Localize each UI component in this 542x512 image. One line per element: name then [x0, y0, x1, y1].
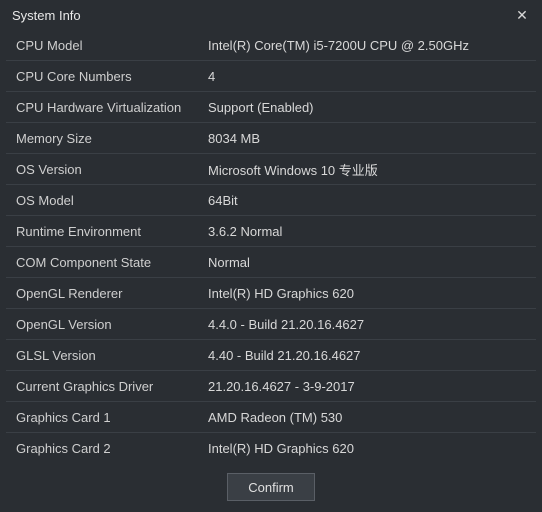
row-graphics-card-2: Graphics Card 2 Intel(R) HD Graphics 620 [6, 433, 536, 462]
label-opengl-renderer: OpenGL Renderer [16, 286, 208, 301]
label-os-model: OS Model [16, 193, 208, 208]
info-list: CPU Model Intel(R) Core(TM) i5-7200U CPU… [0, 30, 542, 462]
close-icon: ✕ [516, 8, 528, 22]
label-runtime-env: Runtime Environment [16, 224, 208, 239]
value-cpu-virtualization: Support (Enabled) [208, 100, 526, 115]
footer: Confirm [0, 462, 542, 512]
label-opengl-version: OpenGL Version [16, 317, 208, 332]
value-graphics-driver: 21.20.16.4627 - 3-9-2017 [208, 379, 526, 394]
label-graphics-driver: Current Graphics Driver [16, 379, 208, 394]
value-os-model: 64Bit [208, 193, 526, 208]
row-runtime-env: Runtime Environment 3.6.2 Normal [6, 216, 536, 247]
value-glsl-version: 4.40 - Build 21.20.16.4627 [208, 348, 526, 363]
value-graphics-card-1: AMD Radeon (TM) 530 [208, 410, 526, 425]
system-info-window: System Info ✕ CPU Model Intel(R) Core(TM… [0, 0, 542, 512]
row-cpu-virtualization: CPU Hardware Virtualization Support (Ena… [6, 92, 536, 123]
value-cpu-model: Intel(R) Core(TM) i5-7200U CPU @ 2.50GHz [208, 38, 526, 53]
label-os-version: OS Version [16, 162, 208, 177]
label-com-state: COM Component State [16, 255, 208, 270]
row-cpu-cores: CPU Core Numbers 4 [6, 61, 536, 92]
value-graphics-card-2: Intel(R) HD Graphics 620 [208, 441, 526, 456]
value-memory-size: 8034 MB [208, 131, 526, 146]
row-graphics-card-1: Graphics Card 1 AMD Radeon (TM) 530 [6, 402, 536, 433]
label-graphics-card-1: Graphics Card 1 [16, 410, 208, 425]
label-glsl-version: GLSL Version [16, 348, 208, 363]
row-os-model: OS Model 64Bit [6, 185, 536, 216]
confirm-button[interactable]: Confirm [227, 473, 315, 501]
label-cpu-virtualization: CPU Hardware Virtualization [16, 100, 208, 115]
row-opengl-renderer: OpenGL Renderer Intel(R) HD Graphics 620 [6, 278, 536, 309]
row-opengl-version: OpenGL Version 4.4.0 - Build 21.20.16.46… [6, 309, 536, 340]
value-opengl-renderer: Intel(R) HD Graphics 620 [208, 286, 526, 301]
value-com-state: Normal [208, 255, 526, 270]
label-cpu-model: CPU Model [16, 38, 208, 53]
row-cpu-model: CPU Model Intel(R) Core(TM) i5-7200U CPU… [6, 30, 536, 61]
row-com-state: COM Component State Normal [6, 247, 536, 278]
label-memory-size: Memory Size [16, 131, 208, 146]
value-opengl-version: 4.4.0 - Build 21.20.16.4627 [208, 317, 526, 332]
label-graphics-card-2: Graphics Card 2 [16, 441, 208, 456]
close-button[interactable]: ✕ [512, 5, 532, 25]
value-runtime-env: 3.6.2 Normal [208, 224, 526, 239]
row-os-version: OS Version Microsoft Windows 10 专业版 [6, 154, 536, 185]
titlebar: System Info ✕ [0, 0, 542, 30]
value-os-version: Microsoft Windows 10 专业版 [208, 160, 526, 179]
value-cpu-cores: 4 [208, 69, 526, 84]
row-memory-size: Memory Size 8034 MB [6, 123, 536, 154]
confirm-button-label: Confirm [248, 480, 294, 495]
row-graphics-driver: Current Graphics Driver 21.20.16.4627 - … [6, 371, 536, 402]
label-cpu-cores: CPU Core Numbers [16, 69, 208, 84]
row-glsl-version: GLSL Version 4.40 - Build 21.20.16.4627 [6, 340, 536, 371]
window-title: System Info [12, 8, 81, 23]
